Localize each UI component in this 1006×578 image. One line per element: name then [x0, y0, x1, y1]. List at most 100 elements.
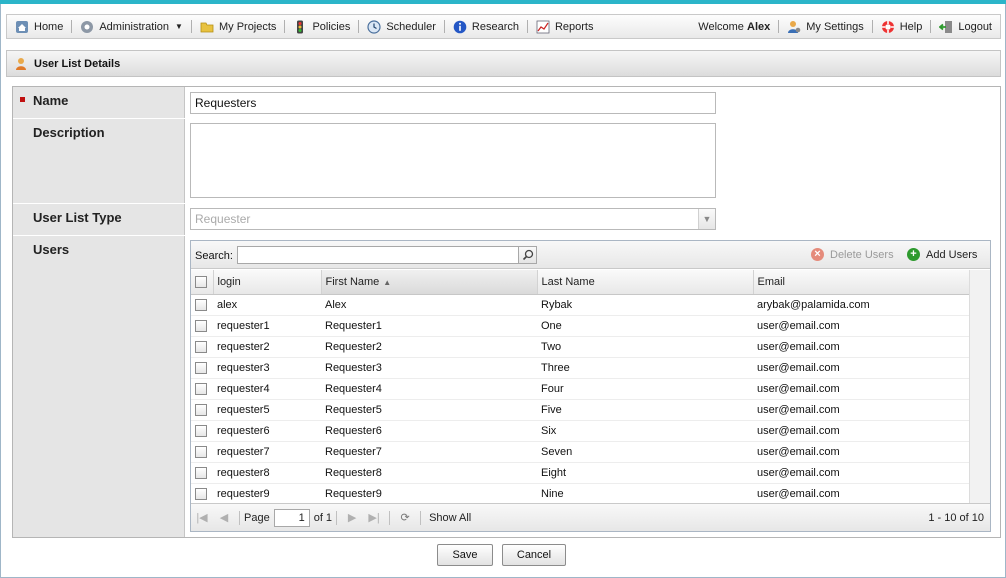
page-of-label: of 1: [313, 511, 333, 524]
first-page-icon[interactable]: |◀: [191, 511, 213, 524]
table-row[interactable]: requester2 Requester2 Two user@email.com: [191, 336, 969, 358]
cell-login: requester3: [213, 357, 321, 379]
nav-logout[interactable]: Logout: [931, 15, 1000, 38]
pager-range-text: 1 - 10 of 10: [928, 511, 984, 524]
nav-reports[interactable]: Reports: [528, 15, 602, 38]
row-checkbox[interactable]: [195, 466, 207, 479]
table-row[interactable]: requester7 Requester7 Seven user@email.com: [191, 441, 969, 463]
grid-toolbar: Search: × Delete Users + Add Users: [191, 241, 990, 269]
folder-icon: [200, 22, 214, 32]
table-row[interactable]: requester6 Requester6 Six user@email.com: [191, 420, 969, 442]
sort-ascending-icon: ▲: [383, 277, 392, 287]
nav-scheduler[interactable]: Scheduler: [359, 15, 444, 38]
users-row-label: Users: [13, 236, 185, 276]
user-list-icon: [16, 57, 26, 70]
table-row[interactable]: requester4 Requester4 Four user@email.com: [191, 378, 969, 400]
user-list-type-label: User List Type: [33, 210, 122, 225]
nav-logout-label: Logout: [958, 20, 992, 33]
pager-separator: [389, 510, 391, 525]
row-checkbox-cell: [191, 294, 213, 316]
save-button[interactable]: Save: [437, 544, 493, 566]
table-row[interactable]: requester5 Requester5 Five user@email.com: [191, 399, 969, 421]
row-checkbox[interactable]: [195, 424, 207, 437]
nav-scheduler-label: Scheduler: [386, 20, 436, 33]
user-settings-icon: [788, 20, 801, 33]
nav-policies[interactable]: Policies: [285, 15, 358, 38]
row-checkbox-cell: [191, 483, 213, 505]
table-row[interactable]: requester3 Requester3 Three user@email.com: [191, 357, 969, 379]
row-checkbox[interactable]: [195, 361, 207, 374]
nav-administration[interactable]: Administration ▼: [72, 15, 191, 38]
user-list-type-select: Requester ▼: [190, 208, 716, 230]
nav-administration-label: Administration: [99, 20, 170, 33]
search-icon: [522, 249, 533, 261]
table-row[interactable]: requester8 Requester8 Eight user@email.com: [191, 462, 969, 484]
cell-last-name: Seven: [537, 441, 753, 463]
cell-login: requester2: [213, 336, 321, 358]
column-header-login[interactable]: login: [213, 270, 322, 295]
nav-home[interactable]: Home: [7, 15, 71, 38]
gear-icon: [81, 20, 94, 33]
table-row[interactable]: requester1 Requester1 One user@email.com: [191, 315, 969, 337]
traffic-light-icon: [297, 20, 304, 33]
search-label: Search:: [195, 250, 233, 262]
search-button[interactable]: [518, 246, 537, 264]
row-checkbox[interactable]: [195, 445, 207, 458]
cell-email: user@email.com: [753, 336, 969, 358]
refresh-icon[interactable]: ⟳: [394, 511, 416, 524]
add-users-button[interactable]: + Add Users: [907, 248, 977, 261]
row-checkbox[interactable]: [195, 403, 207, 416]
delete-icon: ×: [811, 248, 824, 261]
welcome-text: Welcome Alex: [690, 15, 778, 38]
delete-users-button[interactable]: × Delete Users: [811, 248, 894, 261]
cell-email: user@email.com: [753, 462, 969, 484]
search-input[interactable]: [237, 246, 537, 264]
next-page-icon[interactable]: ▶: [341, 511, 363, 524]
cell-first-name: Requester5: [321, 399, 537, 421]
table-row[interactable]: alex Alex Rybak arybak@palamida.com: [191, 294, 969, 316]
cell-email: arybak@palamida.com: [753, 294, 969, 316]
table-row[interactable]: requester9 Requester9 Nine user@email.com: [191, 483, 969, 505]
panel-title: User List Details: [34, 57, 121, 70]
users-table: login First Name ▲ Last Name Email alex Al…: [191, 270, 970, 505]
page-number-input[interactable]: 1: [273, 508, 310, 527]
cell-last-name: Four: [537, 378, 753, 400]
main-nav-bar: Home Administration ▼ My Projects Polici…: [6, 14, 1001, 39]
table-header-row: login First Name ▲ Last Name Email: [191, 270, 970, 295]
nav-my-settings[interactable]: My Settings: [779, 15, 871, 38]
previous-page-icon[interactable]: ◀: [213, 511, 235, 524]
chart-icon: [536, 20, 550, 33]
cell-last-name: Nine: [537, 483, 753, 505]
cell-email: user@email.com: [753, 483, 969, 505]
nav-help[interactable]: Help: [873, 15, 931, 38]
column-header-first-name[interactable]: First Name ▲: [321, 270, 538, 295]
cell-first-name: Requester7: [321, 441, 537, 463]
welcome-prefix: Welcome: [698, 20, 744, 33]
nav-my-settings-label: My Settings: [806, 20, 864, 33]
column-header-email[interactable]: Email: [753, 270, 970, 295]
description-field[interactable]: [190, 123, 716, 198]
nav-research[interactable]: Research: [445, 15, 527, 38]
column-header-last-name[interactable]: Last Name: [537, 270, 754, 295]
cancel-button[interactable]: Cancel: [502, 544, 566, 566]
row-checkbox[interactable]: [195, 382, 207, 395]
cell-email: user@email.com: [753, 399, 969, 421]
row-checkbox[interactable]: [195, 340, 207, 353]
cell-login: requester6: [213, 420, 321, 442]
name-field[interactable]: Requesters: [190, 92, 716, 114]
vertical-scrollbar[interactable]: [969, 270, 990, 503]
cell-last-name: Three: [537, 357, 753, 379]
last-page-icon[interactable]: ▶|: [363, 511, 385, 524]
row-checkbox[interactable]: [195, 298, 207, 311]
cell-first-name: Requester8: [321, 462, 537, 484]
row-checkbox[interactable]: [195, 487, 207, 500]
required-marker: [20, 97, 25, 102]
row-checkbox[interactable]: [195, 319, 207, 332]
show-all-button[interactable]: Show All: [429, 512, 471, 524]
cell-last-name: One: [537, 315, 753, 337]
add-icon: +: [907, 248, 920, 261]
user-list-type-value: Requester: [195, 212, 251, 226]
select-all-checkbox[interactable]: [195, 275, 207, 288]
nav-my-projects[interactable]: My Projects: [192, 15, 284, 38]
description-row-label: Description: [13, 119, 185, 204]
